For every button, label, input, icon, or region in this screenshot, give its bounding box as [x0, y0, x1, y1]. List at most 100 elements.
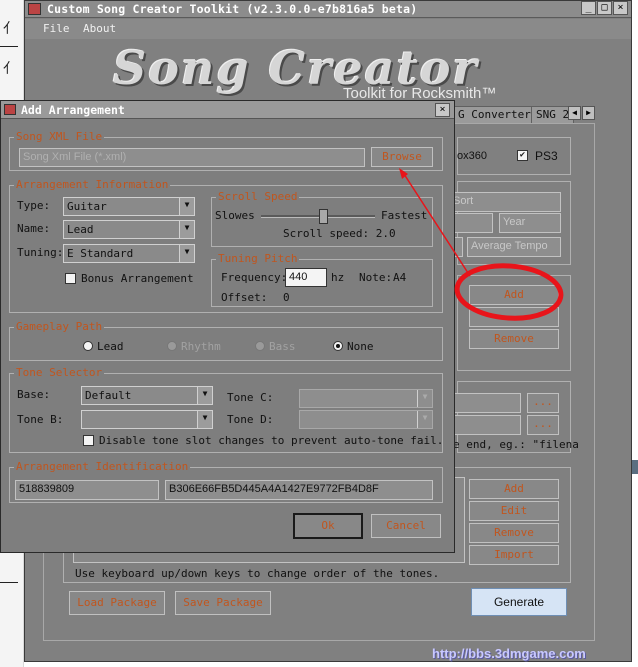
- scroll-speed-legend: Scroll Speed: [216, 190, 300, 203]
- arrangement-info-legend: Arrangement Information: [14, 178, 171, 191]
- dialog-title-bar: Add Arrangement ×: [1, 101, 454, 119]
- tone-remove-button[interactable]: Remove: [469, 523, 559, 543]
- song-xml-legend: Song XML File: [14, 130, 105, 143]
- tuning-pitch-legend: Tuning Pitch: [216, 252, 300, 265]
- ps3-checkbox[interactable]: ✔: [517, 150, 528, 161]
- note-value: A4: [393, 271, 407, 284]
- main-title-bar: Custom Song Creator Toolkit (v2.3.0.0-e7…: [25, 1, 631, 18]
- tone-d-select[interactable]: ▼: [299, 410, 433, 429]
- radio-lead[interactable]: [83, 341, 93, 351]
- average-tempo-field[interactable]: Average Tempo: [467, 237, 561, 257]
- radio-none-label: None: [347, 340, 374, 353]
- arrangement-remove-button[interactable]: Remove: [469, 329, 559, 349]
- tab-scroll-right-icon[interactable]: ▶: [582, 106, 595, 120]
- album-art-field[interactable]: [453, 393, 521, 413]
- type-value: Guitar: [67, 200, 107, 213]
- arrangement-edit-button[interactable]: [469, 307, 559, 327]
- dialog-close-icon[interactable]: ×: [435, 103, 450, 117]
- platform-xbox-label: ox360: [457, 150, 487, 162]
- radio-rhythm-label: Rhythm: [181, 340, 221, 353]
- ok-button[interactable]: Ok: [293, 513, 363, 539]
- radio-bass-label: Bass: [269, 340, 296, 353]
- cancel-button[interactable]: Cancel: [371, 514, 441, 538]
- year-field[interactable]: Year: [499, 213, 561, 233]
- chevron-down-icon: ▼: [417, 390, 432, 407]
- menu-about[interactable]: About: [83, 22, 116, 35]
- chevron-down-icon: ▼: [179, 221, 194, 238]
- offset-value: 0: [283, 291, 290, 304]
- radio-none[interactable]: [333, 341, 343, 351]
- tone-add-button[interactable]: Add: [469, 479, 559, 499]
- watermark: http://bbs.3dmgame.com: [432, 646, 586, 661]
- arrangement-id-field[interactable]: 518839809: [15, 480, 159, 500]
- frequency-label: Frequency:: [221, 271, 288, 284]
- gameplay-path-group: Gameplay Path: [9, 320, 443, 361]
- dialog-title: Add Arrangement: [21, 103, 125, 117]
- tuning-select[interactable]: E Standard ▼: [63, 244, 195, 263]
- browse-button[interactable]: Browse: [371, 147, 433, 167]
- slowest-label: Slowes: [215, 209, 255, 222]
- tones-hint-text: Use keyboard up/down keys to change orde…: [75, 567, 440, 580]
- desktop-glyph: 亻: [3, 21, 17, 37]
- sort-field[interactable]: Sort: [449, 192, 561, 212]
- minimize-icon[interactable]: _: [581, 1, 596, 15]
- name-label: Name:: [17, 222, 51, 235]
- tone-edit-button[interactable]: Edit: [469, 501, 559, 521]
- bonus-arrangement-checkbox[interactable]: [65, 273, 76, 284]
- arrangement-guid-field[interactable]: B306E66FB5D445A4A1427E9772FB4D8F: [165, 480, 433, 500]
- audio-file-field[interactable]: [453, 415, 521, 435]
- menu-bar: File About: [25, 19, 631, 39]
- desktop-divider: [0, 582, 18, 583]
- close-icon[interactable]: ×: [613, 1, 628, 15]
- artist-sort-field[interactable]: [453, 213, 493, 233]
- add-arrangement-dialog: Add Arrangement × Song XML File Song Xml…: [0, 100, 455, 553]
- arrangement-id-legend: Arrangement Identification: [14, 460, 191, 473]
- tone-selector-legend: Tone Selector: [14, 366, 105, 379]
- gameplay-path-legend: Gameplay Path: [14, 320, 105, 333]
- tone-c-select[interactable]: ▼: [299, 389, 433, 408]
- menu-file[interactable]: File: [43, 22, 70, 35]
- main-window-title: Custom Song Creator Toolkit (v2.3.0.0-e7…: [47, 2, 418, 16]
- tone-b-select[interactable]: ▼: [81, 410, 213, 429]
- tone-c-label: Tone C:: [227, 391, 274, 404]
- tuning-value: E Standard: [67, 247, 134, 260]
- name-value: Lead: [67, 223, 94, 236]
- name-select[interactable]: Lead ▼: [63, 220, 195, 239]
- tuning-label: Tuning:: [17, 246, 64, 259]
- hz-label: hz: [331, 271, 345, 284]
- radio-lead-label: Lead: [97, 340, 124, 353]
- save-package-button[interactable]: Save Package: [175, 591, 271, 615]
- chevron-down-icon: ▼: [417, 411, 432, 428]
- song-creator-logo: Song Creator: [113, 41, 479, 95]
- disable-tone-slots-checkbox[interactable]: [83, 435, 94, 446]
- tone-b-label: Tone B:: [17, 413, 64, 426]
- load-package-button[interactable]: Load Package: [69, 591, 165, 615]
- chevron-down-icon: ▼: [197, 411, 212, 428]
- app-icon: [28, 3, 41, 15]
- song-xml-field[interactable]: Song Xml File (*.xml): [19, 148, 365, 167]
- audio-file-browse-button[interactable]: ...: [527, 415, 559, 435]
- desktop-divider: [0, 46, 18, 47]
- desktop-glyph: 亻: [3, 61, 17, 77]
- chevron-down-icon: ▼: [179, 245, 194, 262]
- scroll-speed-slider[interactable]: [261, 209, 375, 224]
- bonus-arrangement-label: Bonus Arrangement: [81, 272, 194, 285]
- album-art-browse-button[interactable]: ...: [527, 393, 559, 413]
- generate-button[interactable]: Generate: [471, 588, 567, 616]
- scroll-speed-text: Scroll speed: 2.0: [283, 227, 396, 240]
- radio-rhythm[interactable]: [167, 341, 177, 351]
- tab-scroll-left-icon[interactable]: ◀: [568, 106, 581, 120]
- scroll-speed-slider-thumb[interactable]: [318, 209, 328, 224]
- type-label: Type:: [17, 199, 51, 212]
- arrangement-add-button[interactable]: Add: [469, 285, 559, 305]
- tone-d-label: Tone D:: [227, 413, 274, 426]
- frequency-input[interactable]: 440: [285, 268, 327, 287]
- fastest-label: Fastest: [381, 209, 428, 222]
- maximize-icon[interactable]: □: [597, 1, 612, 15]
- radio-bass[interactable]: [255, 341, 265, 351]
- type-select[interactable]: Guitar ▼: [63, 197, 195, 216]
- tone-base-select[interactable]: Default ▼: [81, 386, 213, 405]
- tone-base-label: Base:: [17, 388, 51, 401]
- tone-import-button[interactable]: Import: [469, 545, 559, 565]
- tab-converter[interactable]: G Converter: [453, 106, 536, 123]
